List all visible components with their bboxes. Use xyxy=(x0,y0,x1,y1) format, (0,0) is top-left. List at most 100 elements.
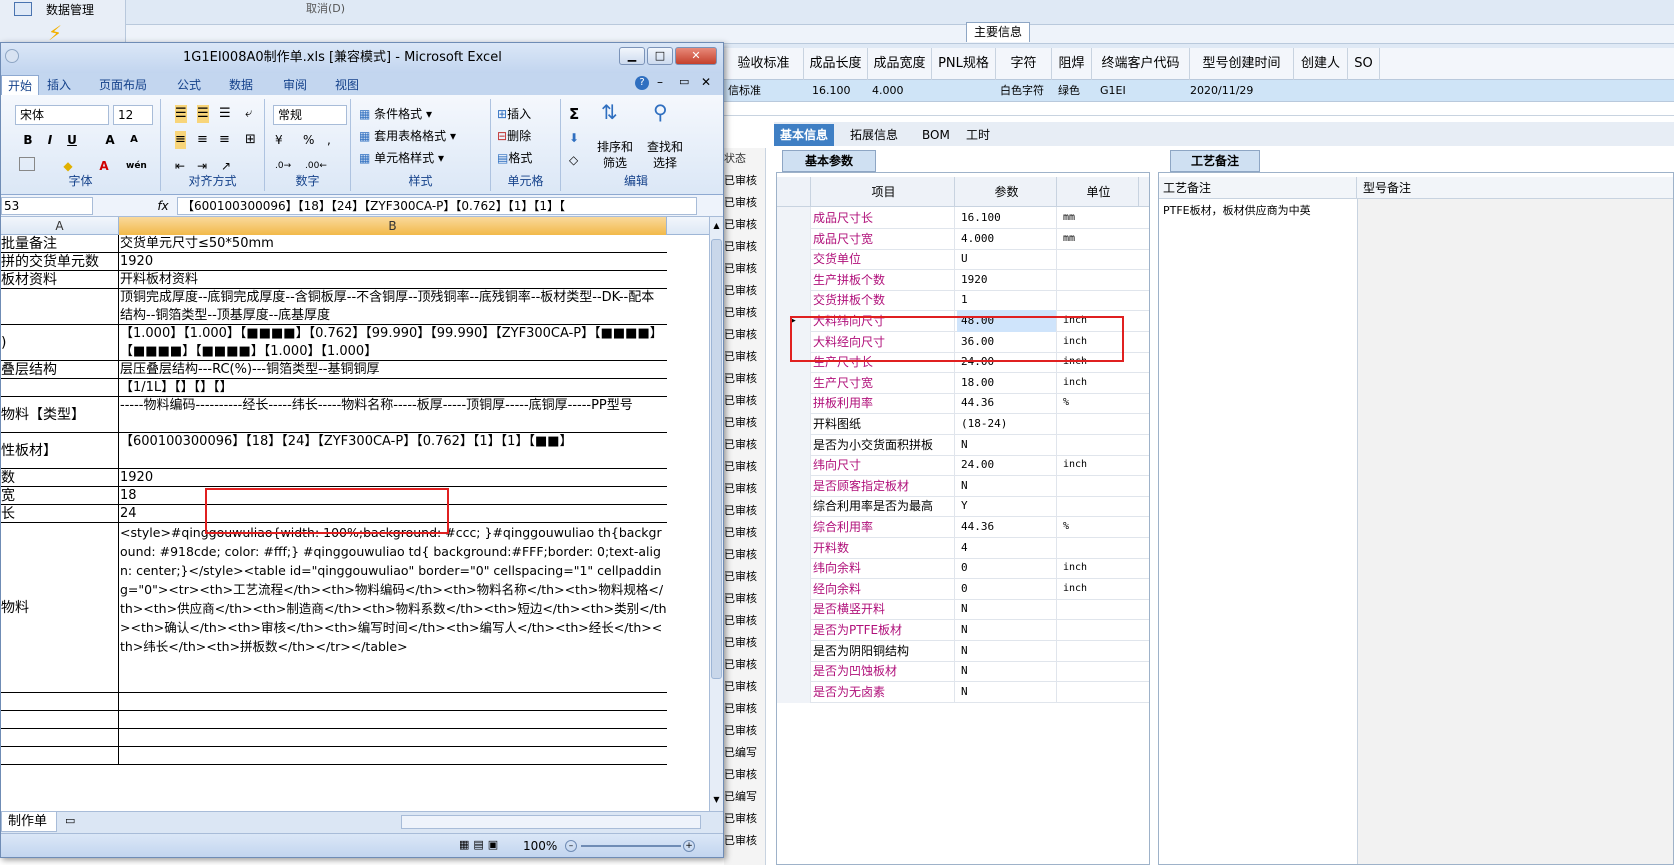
grid-header-length[interactable]: 成品长度 xyxy=(804,48,868,80)
status-cell[interactable]: 已审核 xyxy=(724,346,766,368)
find-select-button[interactable]: 查找和选择 xyxy=(643,139,687,171)
cell-a[interactable]: 数 xyxy=(1,469,119,486)
table-row[interactable]: 拼的交货单元数 1920 xyxy=(1,253,667,271)
percent-icon[interactable]: % xyxy=(303,131,314,149)
status-cell[interactable]: 已审核 xyxy=(724,610,766,632)
tab-basic-info[interactable]: 基本信息 xyxy=(774,124,835,146)
find-select-icon[interactable]: ⚲ xyxy=(653,102,668,122)
cell-a[interactable]: 性板材】 xyxy=(1,433,119,468)
process-note-text[interactable]: PTFE板材，板材供应商为中英 xyxy=(1163,203,1349,219)
cell-a[interactable] xyxy=(1,729,119,746)
table-row[interactable]: 生产拼板个数 1920 xyxy=(777,268,1149,291)
grid-header-char[interactable]: 字符 xyxy=(996,48,1052,80)
cell-a[interactable]: 长 xyxy=(1,505,119,522)
cell-a[interactable] xyxy=(1,693,119,710)
close-button[interactable]: ✕ xyxy=(675,47,717,65)
status-cell[interactable]: 已审核 xyxy=(724,698,766,720)
scroll-thumb[interactable] xyxy=(711,239,722,679)
cell-b[interactable]: 交货单元尺寸≤50*50mm xyxy=(119,235,667,252)
align-right-icon[interactable]: ≡ xyxy=(219,131,230,149)
status-cell[interactable]: 已审核 xyxy=(724,258,766,280)
status-cell[interactable]: 已审核 xyxy=(724,522,766,544)
cell-styles-button[interactable]: ▦ 单元格样式 ▾ xyxy=(359,149,444,167)
grid-header-standard[interactable]: 验收标准 xyxy=(724,48,804,80)
name-box[interactable]: 53 xyxy=(1,197,93,215)
row-indicator[interactable] xyxy=(777,495,811,518)
table-row[interactable]: 开料图纸 (18-24) xyxy=(777,413,1149,435)
align-top-icon[interactable]: ☰ xyxy=(175,105,187,123)
row-indicator[interactable] xyxy=(777,268,811,291)
office-button-icon[interactable] xyxy=(5,49,19,63)
status-cell[interactable]: 已审核 xyxy=(724,830,766,852)
table-row[interactable] xyxy=(1,711,667,729)
fill-icon[interactable]: ⬇ xyxy=(569,129,579,147)
table-row[interactable]: 顶铜完成厚度--底铜完成厚度--含铜板厚--不含铜厚--顶残铜率--底残铜率--… xyxy=(1,289,667,325)
param-value[interactable]: N xyxy=(957,619,1057,641)
param-value[interactable]: 18.00 xyxy=(957,371,1057,394)
status-cell[interactable]: 已审核 xyxy=(724,544,766,566)
table-row[interactable]: 经向余料 0 inch xyxy=(777,577,1149,600)
nav-item-data-management[interactable]: 数据管理 xyxy=(6,0,124,20)
format-cells-button[interactable]: ▤格式 xyxy=(497,149,532,167)
zoom-in-icon[interactable]: + xyxy=(683,840,695,852)
status-cell[interactable]: 已审核 xyxy=(724,170,766,192)
cell-b[interactable]: <style>#qinggouwuliao{width: 100%;backgr… xyxy=(119,523,667,692)
status-cell[interactable]: 已审核 xyxy=(724,588,766,610)
param-value[interactable]: N xyxy=(957,680,1057,703)
row-indicator[interactable] xyxy=(777,536,811,559)
cell-b[interactable] xyxy=(119,711,667,728)
maximize-button[interactable]: □ xyxy=(647,47,673,65)
row-indicator[interactable] xyxy=(777,660,811,683)
cell-b[interactable]: 开料板材资料 xyxy=(119,271,667,288)
table-row[interactable]: 开料数 4 xyxy=(777,536,1149,559)
cell-b[interactable]: 顶铜完成厚度--底铜完成厚度--含铜板厚--不含铜厚--顶残铜率--底残铜率--… xyxy=(119,289,667,324)
table-row[interactable]: 批量备注 交货单元尺寸≤50*50mm xyxy=(1,235,667,253)
bold-icon[interactable]: B xyxy=(19,131,37,149)
help-icon[interactable]: ? xyxy=(635,76,649,90)
status-cell[interactable]: 已审核 xyxy=(724,478,766,500)
table-row[interactable]: 性板材】 【600100300096】【18】【24】【ZYF300CA-P】【0… xyxy=(1,433,667,469)
borders-icon[interactable] xyxy=(19,157,35,171)
cell-a[interactable]: 物料 xyxy=(1,523,119,692)
autosum-icon[interactable]: Σ xyxy=(569,105,579,123)
align-bottom-icon[interactable]: ☰ xyxy=(219,105,231,123)
row-indicator[interactable] xyxy=(777,289,811,312)
row-indicator[interactable] xyxy=(777,474,811,497)
table-row[interactable]: 是否横竖开料 N xyxy=(777,598,1149,621)
param-value[interactable]: N xyxy=(957,660,1057,683)
cell-a[interactable]: 板材资料 xyxy=(1,271,119,288)
status-cell[interactable]: 已审核 xyxy=(724,368,766,390)
grid-header-so[interactable]: SO xyxy=(1348,48,1380,80)
grow-font-icon[interactable]: A xyxy=(101,131,119,149)
ribbon-tab-home[interactable]: 开始 xyxy=(1,75,40,95)
table-row[interactable]: 叠层结构 层压叠层结构---RC(%)---铜箔类型--基铜铜厚 xyxy=(1,361,667,379)
grid-header-creator[interactable]: 创建人 xyxy=(1294,48,1348,80)
row-indicator[interactable] xyxy=(777,227,811,250)
param-value[interactable]: 44.36 xyxy=(957,516,1057,538)
table-row[interactable]: 是否为凹蚀板材 N xyxy=(777,660,1149,683)
table-row[interactable]: 是否为PTFE板材 N xyxy=(777,619,1149,641)
param-value[interactable]: 0 xyxy=(957,577,1057,600)
ribbon-tab-insert[interactable]: 插入 xyxy=(47,75,71,95)
row-indicator[interactable] xyxy=(777,680,811,703)
merge-center-icon[interactable]: ⊞ xyxy=(245,131,256,149)
ribbon-minimize-icon[interactable]: – xyxy=(657,75,663,89)
scroll-up-icon[interactable]: ▲ xyxy=(711,221,722,233)
cell-a[interactable]: 物料【类型】 xyxy=(1,397,119,432)
ribbon-tab-view[interactable]: 视图 xyxy=(335,75,359,95)
insert-sheet-icon[interactable]: ▭ xyxy=(65,814,85,830)
main-info-label[interactable]: 主要信息 xyxy=(966,22,1030,42)
cell-a[interactable]: 宽 xyxy=(1,487,119,504)
table-row[interactable]: 成品尺寸宽 4.000 mm xyxy=(777,227,1149,250)
param-value[interactable]: 0 xyxy=(957,557,1057,580)
status-cell[interactable]: 已审核 xyxy=(724,632,766,654)
status-cell[interactable]: 已审核 xyxy=(724,192,766,214)
cell-a[interactable]: 叠层结构 xyxy=(1,361,119,378)
view-buttons-icon[interactable]: ▦▤▣ xyxy=(459,838,519,854)
tab-process-notes[interactable]: 工艺备注 xyxy=(1170,150,1260,172)
status-cell[interactable]: 已审核 xyxy=(724,808,766,830)
ribbon-tab-formulas[interactable]: 公式 xyxy=(177,75,201,95)
row-indicator[interactable] xyxy=(777,557,811,580)
tab-basic-params[interactable]: 基本参数 xyxy=(782,150,876,172)
row-indicator[interactable] xyxy=(777,248,811,271)
